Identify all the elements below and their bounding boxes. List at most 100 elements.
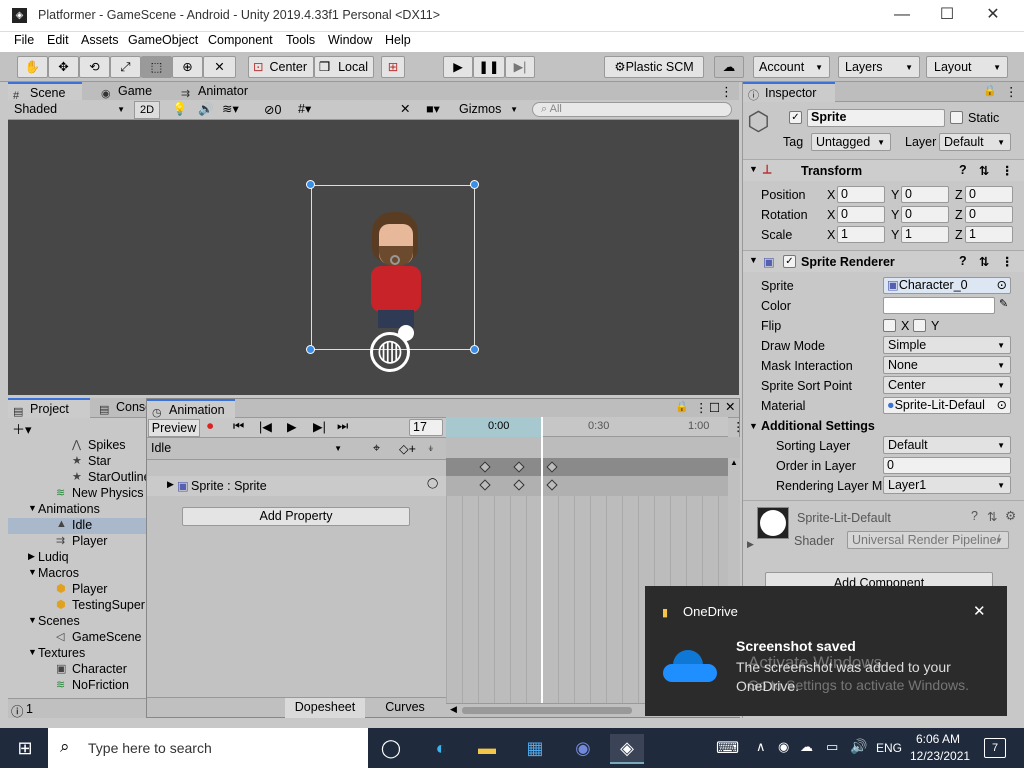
scroll-left-icon[interactable]: ◀ [450,704,457,715]
tree-item[interactable]: ▣ Character [8,662,148,678]
playhead[interactable] [541,417,543,703]
edge-icon[interactable]: ◐ [424,734,458,764]
plastic-scm-button[interactable]: ⚙Plastic SCM [604,56,704,78]
rotation-y-field[interactable]: 0 [901,206,949,223]
foldout-arrow-icon[interactable]: ▼ [749,421,758,431]
meet-icon[interactable]: ◉ [778,739,789,755]
frame-field[interactable]: 17 [409,419,443,436]
menu-window[interactable]: Window [328,33,372,47]
preset-icon[interactable]: ⇅ [979,163,989,178]
menu-edit[interactable]: Edit [47,33,69,47]
active-checkbox[interactable]: ✓ [789,111,802,124]
sprite-sort-point-dropdown[interactable]: Center [883,376,1011,394]
pivot-toggle-button[interactable]: ⊡ Center [248,56,314,78]
layer-dropdown[interactable]: Default [939,133,1011,151]
rotate-tool-icon[interactable]: ⟲ [79,56,110,78]
tools-icon[interactable]: ✕ [400,101,410,116]
language-indicator[interactable]: ENG [876,741,902,755]
last-key-icon[interactable]: ⏭ [337,419,348,434]
prev-key-icon[interactable]: |◀ [259,419,272,434]
step-button[interactable]: ▶| [505,56,535,78]
rect-handle-bl[interactable] [306,345,315,354]
discord-icon[interactable]: ◉ [566,734,600,764]
help-icon[interactable]: ? [959,163,967,177]
kebab-menu-icon[interactable]: ⋮ [732,419,745,434]
scene-viewport[interactable]: ◍ [8,120,739,395]
close-button[interactable]: ✕ [978,5,1008,27]
position-y-field[interactable]: 0 [901,186,949,203]
scale-y-field[interactable]: 1 [901,226,949,243]
touch-keyboard-icon[interactable]: ⌨ [716,738,739,758]
sprite-renderer-header[interactable]: ▼ ▣ ✓ Sprite Renderer ? ⇅ ⋮ [743,250,1024,272]
volume-icon[interactable]: 🔊 [850,738,867,755]
foldout-arrow-icon[interactable]: ▼ [28,615,37,625]
sprite-object-field[interactable]: ▣Character_0 ⊙ [883,277,1011,294]
key-options-icon[interactable]: ◯ [427,478,438,489]
pivot-handle[interactable] [390,255,400,265]
dopesheet-tab[interactable]: Dopesheet [285,698,365,718]
rect-handle-br[interactable] [470,345,479,354]
menu-help[interactable]: Help [385,33,411,47]
flip-y-checkbox[interactable] [913,319,926,332]
foldout-arrow-icon[interactable]: ▶ [747,539,754,550]
help-icon[interactable]: ? [971,509,978,523]
scale-x-field[interactable]: 1 [837,226,885,243]
menu-file[interactable]: File [14,33,34,47]
rendering-layer-mask-dropdown[interactable]: Layer1 [883,476,1011,494]
minimize-button[interactable]: — [887,5,917,27]
task-view-icon[interactable]: ◯ [374,734,408,764]
add-event-icon[interactable]: ⍖ [427,441,435,456]
hand-tool-icon[interactable]: ✋ [17,56,48,78]
help-icon[interactable]: ? [959,254,967,268]
tree-item[interactable]: ≋ NoFriction [8,678,148,694]
shader-dropdown[interactable]: Universal Render Pipeline/ [847,531,1009,549]
scene-search-input[interactable]: ⌕ All [532,102,732,117]
rect-handle-tr[interactable] [470,180,479,189]
tree-item[interactable]: ⬢ TestingSuper [8,598,148,614]
notification-center-icon[interactable]: 7 [984,738,1006,758]
position-z-field[interactable]: 0 [965,186,1013,203]
hidden-objects-icon[interactable]: ⊘0 [264,102,281,117]
tree-item[interactable]: ⋀ Spikes [8,438,148,454]
clip-dropdown[interactable]: Idle [147,440,347,458]
gizmos-dropdown[interactable]: Gizmos [455,101,523,119]
start-windows-icon[interactable]: ⊞ [8,734,42,764]
onedrive-tray-icon[interactable]: ☁ [800,739,813,755]
tree-item[interactable]: ▼ Scenes [8,614,148,630]
close-icon[interactable]: ✕ [725,399,735,414]
create-button[interactable]: ＋▾ [12,419,32,438]
add-property-button[interactable]: Add Property [182,507,410,526]
lock-icon[interactable]: 🔒 [983,84,997,97]
kebab-menu-icon[interactable]: ⋮ [1001,163,1014,178]
order-in-layer-field[interactable]: 0 [883,457,1011,474]
effects-icon[interactable]: ≋▾ [222,101,239,116]
play-icon[interactable]: ▶ [287,419,297,434]
tab-project[interactable]: ▤ Project [8,398,90,418]
tag-dropdown[interactable]: Untagged [811,133,891,151]
snap-button[interactable]: ⊞ [381,56,405,78]
kebab-menu-icon[interactable]: ⋮ [1001,254,1014,269]
2d-toggle[interactable]: 2D [134,101,160,119]
maximize-button[interactable]: ☐ [932,5,962,27]
transform-tool-icon[interactable]: ⊕ [172,56,203,78]
record-icon[interactable]: ⏺ [207,419,213,434]
mask-interaction-dropdown[interactable]: None [883,356,1011,374]
rotation-z-field[interactable]: 0 [965,206,1013,223]
first-key-icon[interactable]: ⏮ [233,419,244,434]
grid-snap-icon[interactable]: #▾ [298,101,311,116]
close-icon[interactable]: ✕ [973,602,986,620]
custom-tool-icon[interactable]: ✕ [203,56,236,78]
scale-tool-icon[interactable]: ⤢ [110,56,141,78]
tree-item[interactable]: ▼ Animations [8,502,148,518]
kebab-menu-icon[interactable]: ⋮ [1005,84,1018,99]
foldout-arrow-icon[interactable]: ▼ [28,567,37,577]
static-checkbox[interactable] [950,111,963,124]
tab-animation[interactable]: ◷ Animation [147,399,235,419]
foldout-arrow-icon[interactable]: ▼ [28,503,37,513]
tree-item[interactable]: ▼ Macros [8,566,148,582]
rotation-x-field[interactable]: 0 [837,206,885,223]
audio-icon[interactable]: 🔊 [198,102,214,117]
additional-settings-label[interactable]: Additional Settings [761,419,875,433]
object-picker-icon[interactable]: ⊙ [996,398,1007,413]
settings-gear-icon[interactable]: ⚙ [1005,508,1016,523]
